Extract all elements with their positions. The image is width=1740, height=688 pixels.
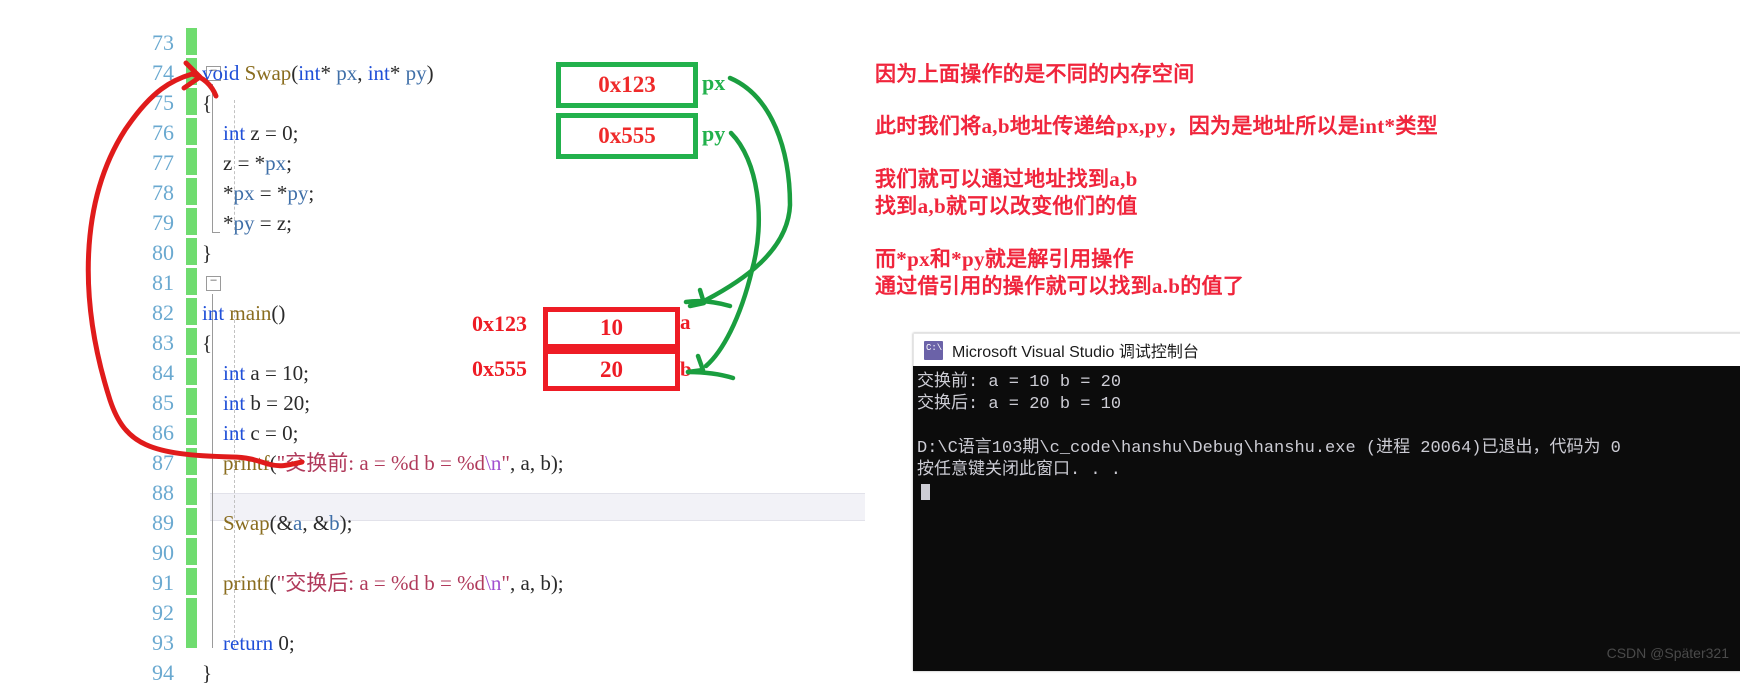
- annotation-line-4: 找到a,b就可以改变他们的值: [875, 194, 1138, 218]
- pointer-box-px: 0x123: [556, 62, 698, 108]
- code-text-area[interactable]: void Swap(int* px, int* py) { int z = 0;…: [202, 28, 872, 685]
- console-window[interactable]: Microsoft Visual Studio 调试控制台 交换前: a = 1…: [913, 333, 1740, 671]
- line-number: 93: [152, 630, 174, 655]
- line-number: 89: [152, 510, 174, 535]
- annotation-line-1: 因为上面操作的是不同的内存空间: [875, 62, 1195, 86]
- console-line: 交换前: a = 10 b = 20: [917, 373, 1122, 392]
- console-line: 交换后: a = 20 b = 10: [917, 395, 1122, 414]
- annotation-line-5: 而*px和*py就是解引用操作: [875, 247, 1134, 271]
- code-line: Swap(&a, &b);: [223, 511, 353, 535]
- csdn-watermark: CSDN @Später321: [1606, 645, 1729, 661]
- line-number: 88: [152, 480, 174, 505]
- code-line: int z = 0;: [223, 121, 299, 145]
- code-line: }: [202, 661, 213, 685]
- pointer-label-px: px: [702, 70, 726, 95]
- line-number: 83: [152, 330, 174, 355]
- console-app-icon: [924, 340, 943, 360]
- line-number: 78: [152, 180, 174, 205]
- annotation-line-6: 通过借引用的操作就可以找到a.b的值了: [875, 274, 1245, 298]
- code-line: int main(): [202, 301, 286, 325]
- console-line: D:\C语言103期\c_code\hanshu\Debug\hanshu.ex…: [917, 439, 1621, 458]
- line-number: 76: [152, 120, 174, 145]
- console-window-title: Microsoft Visual Studio 调试控制台: [952, 344, 1199, 361]
- line-number: 87: [152, 450, 174, 475]
- code-line: *py = z;: [217, 211, 293, 235]
- code-line: }: [202, 241, 213, 265]
- line-number: 77: [152, 150, 174, 175]
- line-number: 94: [152, 660, 174, 685]
- line-number: 80: [152, 240, 174, 265]
- variable-box-b: 20: [543, 349, 680, 391]
- line-number: 85: [152, 390, 174, 415]
- line-number: 81: [152, 270, 174, 295]
- pointer-box-py: 0x555: [556, 113, 698, 159]
- line-number: 74: [152, 60, 174, 85]
- line-number: 91: [152, 570, 174, 595]
- line-number: 79: [152, 210, 174, 235]
- code-line: int a = 10;: [223, 361, 309, 385]
- line-number: 92: [152, 600, 174, 625]
- annotation-line-3: 我们就可以通过地址找到a,b: [875, 167, 1138, 191]
- line-number: 75: [152, 90, 174, 115]
- code-line: int c = 0;: [223, 421, 299, 445]
- variable-address-a: 0x123: [472, 311, 527, 336]
- code-line: int b = 20;: [223, 391, 311, 415]
- console-cursor: [921, 484, 930, 500]
- line-number-gutter: 73 74 75 76 77 78 79 80 81 82 83 84 85 8…: [130, 28, 178, 685]
- variable-label-a: a: [680, 310, 691, 334]
- code-line: {: [202, 331, 213, 355]
- code-line: {: [202, 91, 213, 115]
- variable-label-b: b: [680, 357, 692, 381]
- line-number: 86: [152, 420, 174, 445]
- console-output[interactable]: 交换前: a = 10 b = 20 交换后: a = 20 b = 10 D:…: [913, 366, 1740, 671]
- line-number: 73: [152, 30, 174, 55]
- change-indicator-bar: [186, 28, 197, 648]
- variable-box-a: 10: [543, 307, 680, 349]
- code-line: printf("交换后: a = %d b = %d\n", a, b);: [223, 571, 564, 595]
- annotation-line-2: 此时我们将a,b地址传递给px,py，因为是地址所以是int*类型: [875, 114, 1438, 138]
- variable-address-b: 0x555: [472, 356, 527, 381]
- line-number: 82: [152, 300, 174, 325]
- console-title-bar[interactable]: Microsoft Visual Studio 调试控制台: [913, 333, 1740, 366]
- console-line: 按任意键关闭此窗口. . .: [917, 461, 1122, 480]
- code-line: void Swap(int* px, int* py): [202, 61, 434, 85]
- code-line: return 0;: [223, 631, 295, 655]
- pointer-label-py: py: [702, 121, 726, 146]
- code-line: z = *px;: [217, 151, 293, 175]
- code-line: printf("交换前: a = %d b = %d\n", a, b);: [223, 451, 564, 475]
- code-editor[interactable]: 73 74 75 76 77 78 79 80 81 82 83 84 85 8…: [130, 28, 872, 685]
- code-line: *px = *py;: [217, 181, 315, 205]
- line-number: 90: [152, 540, 174, 565]
- screenshot-root: 73 74 75 76 77 78 79 80 81 82 83 84 85 8…: [0, 0, 1740, 685]
- line-number: 84: [152, 360, 174, 385]
